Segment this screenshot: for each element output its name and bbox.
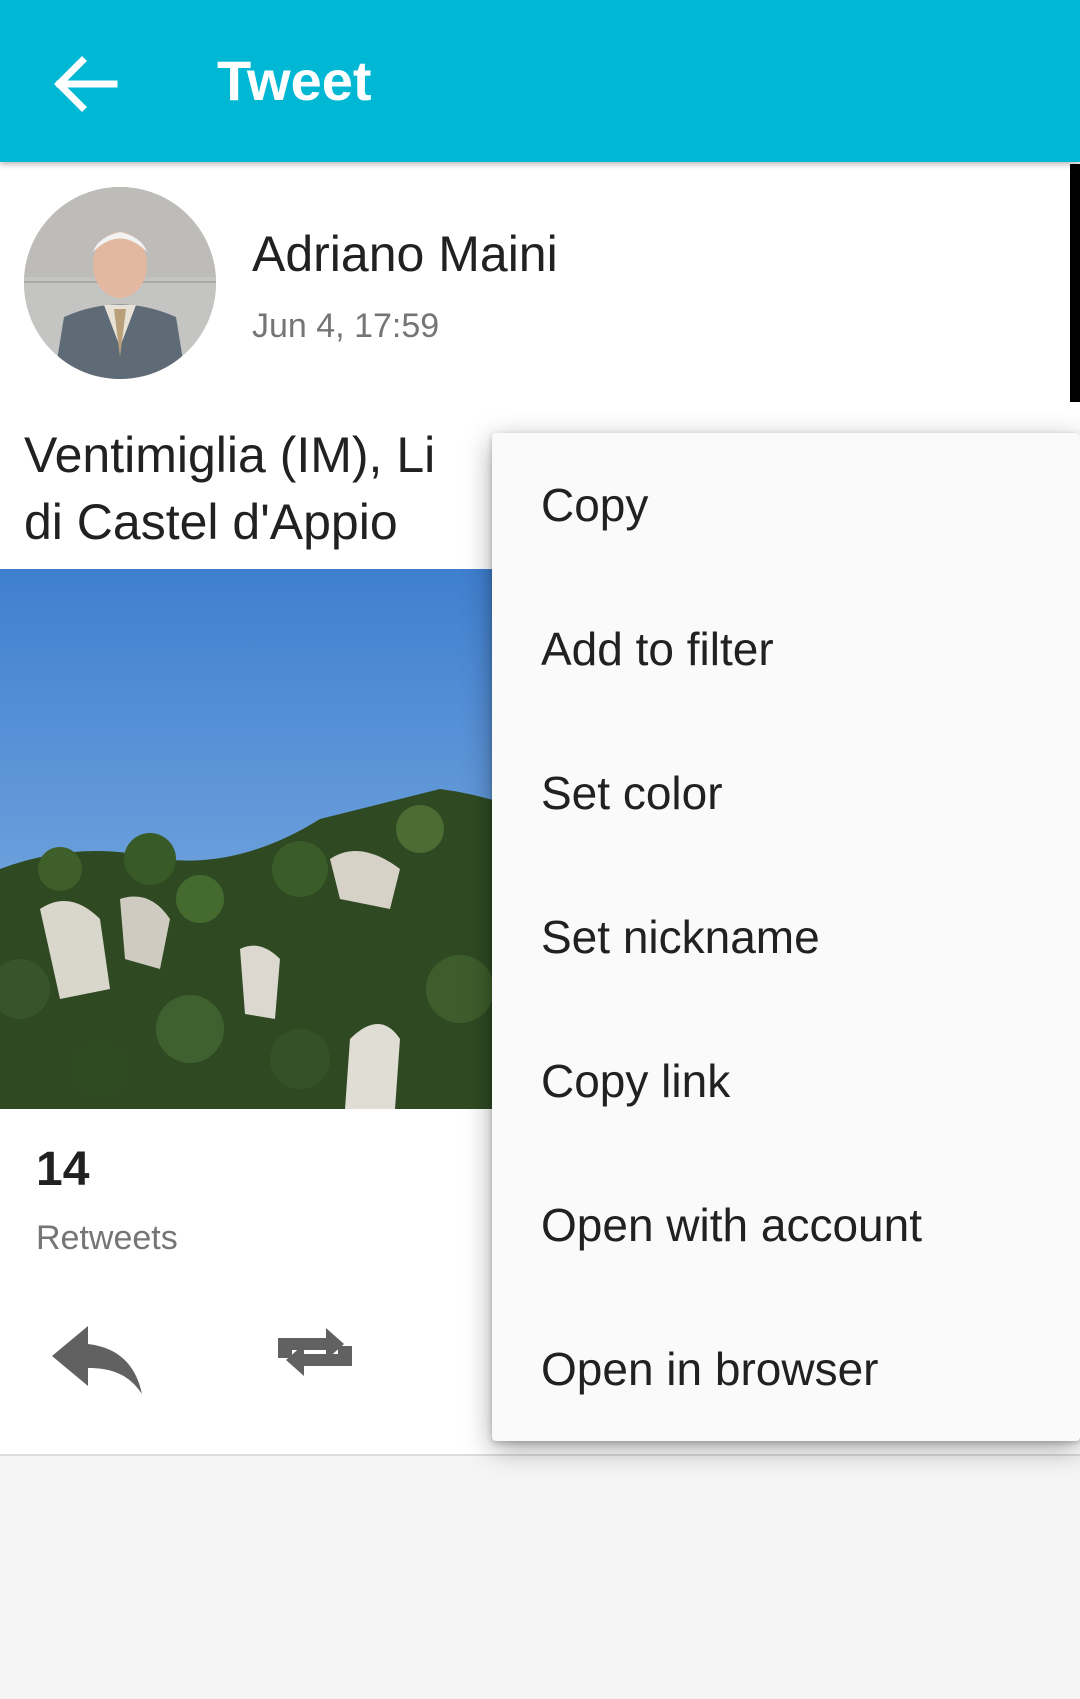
menu-item-open-with-account[interactable]: Open with account [492, 1153, 1080, 1297]
back-button[interactable] [44, 44, 124, 124]
app-bar: Tweet [0, 0, 1080, 162]
menu-item-set-color[interactable]: Set color [492, 721, 1080, 865]
menu-item-set-nickname[interactable]: Set nickname [492, 865, 1080, 1009]
retweet-count[interactable]: 14 [36, 1142, 89, 1198]
page-title: Tweet [217, 49, 372, 112]
menu-item-copy-link[interactable]: Copy link [492, 1009, 1080, 1153]
tweet-timestamp: Jun 4, 17:59 [252, 307, 440, 345]
menu-item-add-to-filter[interactable]: Add to filter [492, 577, 1080, 721]
reply-button[interactable] [36, 1302, 146, 1402]
author-name[interactable]: Adriano Maini [252, 224, 558, 284]
context-menu: Copy Add to filter Set color Set nicknam… [492, 433, 1080, 1441]
retweet-button[interactable] [260, 1302, 370, 1402]
arrow-back-icon [54, 56, 118, 112]
avatar[interactable] [24, 187, 216, 379]
menu-item-open-in-browser[interactable]: Open in browser [492, 1297, 1080, 1441]
menu-item-copy[interactable]: Copy [492, 433, 1080, 577]
scrollbar[interactable] [1070, 164, 1080, 402]
reply-icon [52, 1326, 142, 1394]
retweet-icon [278, 1328, 352, 1376]
retweet-label: Retweets [36, 1219, 178, 1257]
